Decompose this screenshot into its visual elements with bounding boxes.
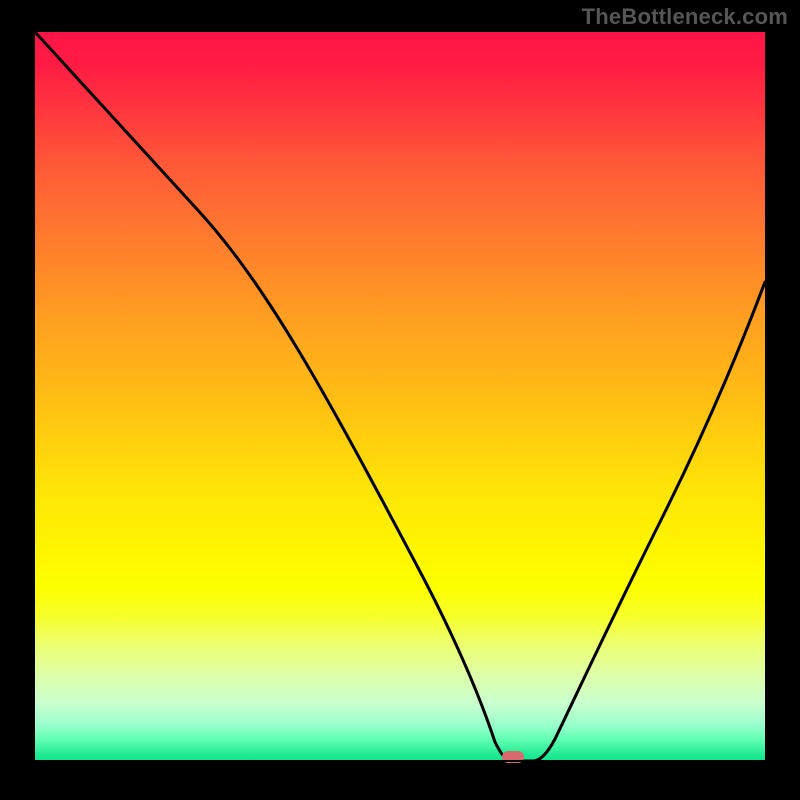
watermark-text: TheBottleneck.com bbox=[582, 4, 788, 30]
chart-outer-frame: TheBottleneck.com bbox=[0, 0, 800, 800]
x-axis-baseline bbox=[35, 760, 765, 762]
plot-area bbox=[35, 32, 765, 762]
curve-path bbox=[35, 32, 765, 761]
bottleneck-curve bbox=[35, 32, 765, 762]
